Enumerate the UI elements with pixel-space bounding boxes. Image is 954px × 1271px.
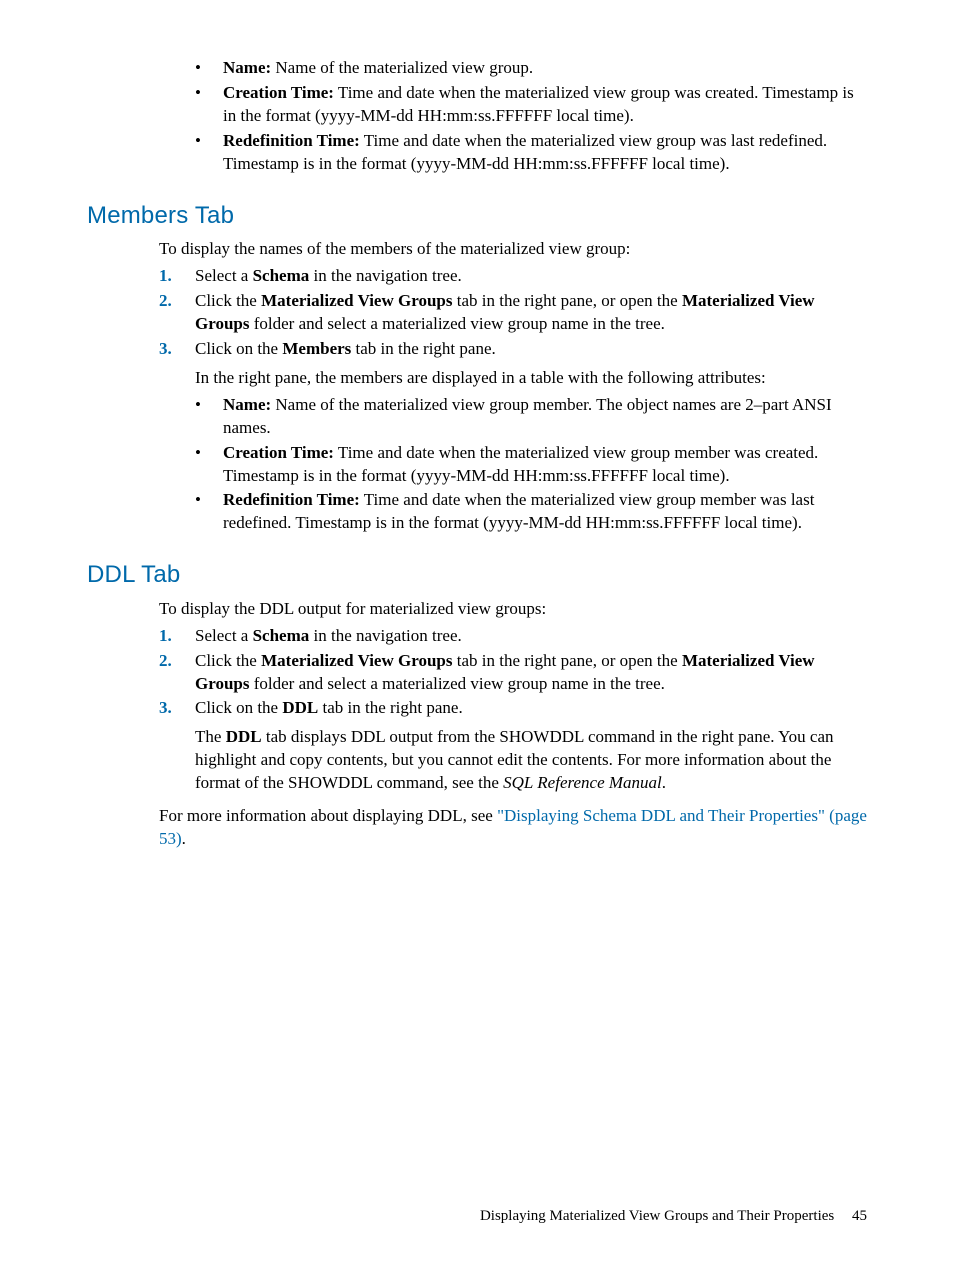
page: Name: Name of the materialized view grou…	[0, 0, 954, 1271]
step-text: Click the	[195, 651, 261, 670]
top-bullet-list: Name: Name of the materialized view grou…	[195, 57, 867, 176]
step-text: tab in the right pane.	[318, 698, 462, 717]
list-item: Creation Time: Time and date when the ma…	[195, 442, 867, 488]
ddl-after-text: The	[195, 727, 226, 746]
ddl-after-italic: SQL Reference Manual	[503, 773, 662, 792]
step-bold: Materialized View Groups	[261, 651, 452, 670]
step-item: Select a Schema in the navigation tree.	[159, 625, 867, 648]
step-text: Click on the	[195, 339, 282, 358]
page-number: 45	[852, 1208, 867, 1224]
list-item: Redefinition Time: Time and date when th…	[195, 130, 867, 176]
top-continuation: Name: Name of the materialized view grou…	[159, 57, 867, 176]
step-item: Click on the Members tab in the right pa…	[159, 338, 867, 536]
page-footer: Displaying Materialized View Groups and …	[480, 1206, 867, 1226]
step-item: Click the Materialized View Groups tab i…	[159, 290, 867, 336]
step-item: Click the Materialized View Groups tab i…	[159, 650, 867, 696]
members-body: To display the names of the members of t…	[159, 238, 867, 535]
step-text: folder and select a materialized view gr…	[250, 674, 665, 693]
step-followup: In the right pane, the members are displ…	[195, 367, 867, 390]
step-text: in the navigation tree.	[309, 266, 461, 285]
step-text: folder and select a materialized view gr…	[250, 314, 665, 333]
step-text: tab in the right pane.	[351, 339, 495, 358]
closing-text: .	[182, 829, 186, 848]
list-item: Creation Time: Time and date when the ma…	[195, 82, 867, 128]
heading-ddl-tab: DDL Tab	[87, 559, 867, 591]
closing-text: For more information about displaying DD…	[159, 806, 497, 825]
step-item: Click on the DDL tab in the right pane. …	[159, 697, 867, 795]
bullet-label: Name:	[223, 58, 271, 77]
step-text: tab in the right pane, or open the	[453, 651, 682, 670]
step-text: Click the	[195, 291, 261, 310]
step-text: Select a	[195, 266, 253, 285]
ddl-after-bold: DDL	[226, 727, 262, 746]
step-bold: DDL	[282, 698, 318, 717]
list-item: Redefinition Time: Time and date when th…	[195, 489, 867, 535]
heading-members-tab: Members Tab	[87, 200, 867, 232]
step-text: tab in the right pane, or open the	[453, 291, 682, 310]
step-text: in the navigation tree.	[309, 626, 461, 645]
bullet-label: Name:	[223, 395, 271, 414]
bullet-label: Redefinition Time:	[223, 490, 360, 509]
bullet-text: Name of the materialized view group memb…	[223, 395, 832, 437]
members-attr-list: Name: Name of the materialized view grou…	[195, 394, 867, 536]
step-text: Click on the	[195, 698, 282, 717]
step-bold: Schema	[253, 266, 310, 285]
bullet-label: Creation Time:	[223, 83, 334, 102]
ddl-after-text: .	[662, 773, 666, 792]
ddl-closing: For more information about displaying DD…	[159, 805, 867, 851]
step-bold: Schema	[253, 626, 310, 645]
list-item: Name: Name of the materialized view grou…	[195, 57, 867, 80]
step-bold: Members	[282, 339, 351, 358]
step-bold: Materialized View Groups	[261, 291, 452, 310]
step-text: Select a	[195, 626, 253, 645]
ddl-body: To display the DDL output for materializ…	[159, 598, 867, 851]
footer-title: Displaying Materialized View Groups and …	[480, 1208, 834, 1224]
members-intro: To display the names of the members of t…	[159, 238, 867, 261]
step-item: Select a Schema in the navigation tree.	[159, 265, 867, 288]
ddl-intro: To display the DDL output for materializ…	[159, 598, 867, 621]
members-steps: Select a Schema in the navigation tree. …	[159, 265, 867, 535]
bullet-label: Creation Time:	[223, 443, 334, 462]
ddl-steps: Select a Schema in the navigation tree. …	[159, 625, 867, 796]
step-followup: The DDL tab displays DDL output from the…	[195, 726, 867, 795]
bullet-text: Name of the materialized view group.	[271, 58, 533, 77]
list-item: Name: Name of the materialized view grou…	[195, 394, 867, 440]
bullet-label: Redefinition Time:	[223, 131, 360, 150]
